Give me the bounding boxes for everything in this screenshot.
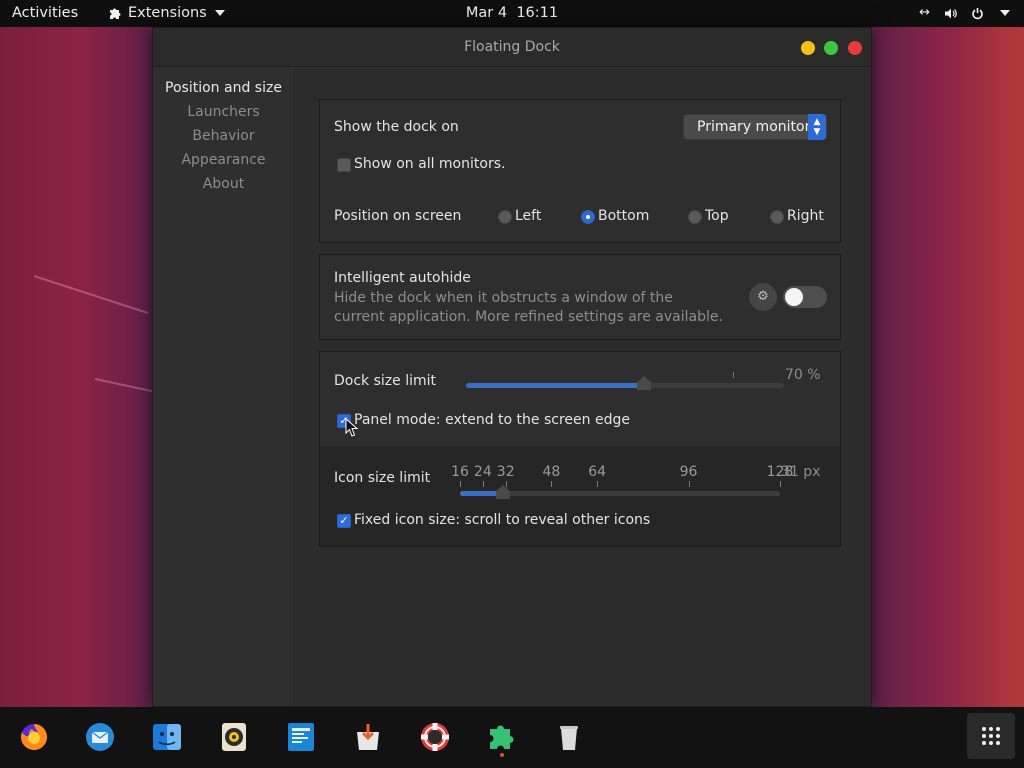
system-tray[interactable]: ↔ xyxy=(919,5,1010,21)
gear-icon: ⚙ xyxy=(757,289,769,304)
sidebar-item-position-and-size[interactable]: Position and size xyxy=(153,76,294,100)
autohide-description: Hide the dock when it obstructs a window… xyxy=(334,290,723,325)
panel-mode-label: Panel mode: extend to the screen edge xyxy=(354,412,630,428)
icon-size-mark-96: 96 xyxy=(679,464,698,480)
icon-size-tick xyxy=(597,481,599,487)
icon-size-label: Icon size limit xyxy=(334,470,431,486)
all-monitors-label: Show on all monitors. xyxy=(354,156,506,172)
extensions-label: Extensions xyxy=(128,5,207,21)
icon-size-tick xyxy=(460,481,461,487)
window-title: Floating Dock xyxy=(464,39,560,55)
radio-top-label: Top xyxy=(705,208,729,224)
radio-left-label: Left xyxy=(515,208,542,224)
dock-size-tick xyxy=(733,372,734,378)
icon-size-tick xyxy=(551,481,553,487)
time-label: 16:11 xyxy=(516,5,559,21)
radio-left[interactable] xyxy=(498,210,512,224)
puzzle-icon xyxy=(110,8,121,19)
radio-bottom[interactable] xyxy=(581,210,595,224)
settings-content: Show the dock on Primary monitor ▲ ▼ Show… xyxy=(296,68,871,706)
icon-size-band xyxy=(320,446,840,546)
radio-right-label: Right xyxy=(787,208,824,224)
thunderbird-icon[interactable] xyxy=(83,720,117,754)
spin-arrows-icon: ▲ ▼ xyxy=(808,114,826,140)
toggle-knob xyxy=(785,288,803,306)
fixed-icon-checkbox[interactable]: ✓ xyxy=(337,514,351,528)
running-indicator xyxy=(500,753,504,757)
files-icon[interactable] xyxy=(150,720,184,754)
dock-size-value: 70 % xyxy=(785,367,821,383)
power-icon xyxy=(972,7,983,19)
position-frame: Show the dock on Primary monitor ▲ ▼ Show… xyxy=(319,99,841,243)
firefox-icon[interactable] xyxy=(17,720,51,754)
autohide-settings-button[interactable]: ⚙ xyxy=(749,283,777,311)
sidebar-item-behavior[interactable]: Behavior xyxy=(153,124,294,148)
top-bar: Activities Extensions Mar 4 16:11 ↔ xyxy=(0,0,1024,27)
date-label: Mar 4 xyxy=(465,5,508,21)
radio-top[interactable] xyxy=(688,210,702,224)
writer-icon[interactable] xyxy=(284,720,318,754)
dock-size-handle[interactable] xyxy=(637,376,651,390)
position-on-screen-label: Position on screen xyxy=(334,208,462,224)
floating-dock-window: Floating Dock Position and size Launcher… xyxy=(152,27,872,707)
help-icon[interactable] xyxy=(418,720,452,754)
fixed-icon-label: Fixed icon size: scroll to reveal other … xyxy=(354,512,651,528)
clock-button[interactable]: Mar 4 16:11 xyxy=(466,5,558,21)
icon-size-mark-64: 64 xyxy=(588,464,607,480)
autohide-toggle[interactable] xyxy=(783,286,827,308)
mouse-cursor-icon xyxy=(345,418,359,437)
autohide-frame: Intelligent autohide Hide the dock when … xyxy=(319,254,841,340)
icon-size-tick xyxy=(780,481,781,487)
software-icon[interactable] xyxy=(351,720,385,754)
show-dock-on-label: Show the dock on xyxy=(334,119,459,135)
radio-bottom-label: Bottom xyxy=(598,208,650,224)
monitor-select[interactable]: Primary monitor ▲ ▼ xyxy=(683,114,827,140)
icon-size-mark-32: 32 xyxy=(496,464,515,480)
settings-sidebar: Position and size Launchers Behavior App… xyxy=(153,68,295,706)
autohide-title: Intelligent autohide xyxy=(334,270,471,286)
all-monitors-checkbox[interactable] xyxy=(337,158,351,172)
dock xyxy=(0,707,1024,768)
icon-size-value: 31 px xyxy=(781,464,821,480)
extensions-icon[interactable] xyxy=(485,720,519,754)
icon-size-tick xyxy=(505,481,507,487)
size-frame: Dock size limit 70 % ✓ Panel mode: exten… xyxy=(319,351,841,547)
dock-size-label: Dock size limit xyxy=(334,373,436,389)
rhythmbox-icon[interactable] xyxy=(217,720,251,754)
activities-button[interactable]: Activities xyxy=(12,5,78,21)
dock-size-fill xyxy=(466,383,644,388)
maximize-button[interactable] xyxy=(824,41,838,55)
wallpaper-streak xyxy=(33,275,149,315)
sidebar-item-launchers[interactable]: Launchers xyxy=(153,100,294,124)
window-titlebar[interactable]: Floating Dock xyxy=(153,28,871,67)
icon-size-tick xyxy=(688,481,690,487)
minimize-button[interactable] xyxy=(801,41,815,55)
icon-size-mark-48: 48 xyxy=(542,464,561,480)
extensions-menu[interactable]: Extensions xyxy=(108,5,225,21)
monitor-select-value: Primary monitor xyxy=(697,119,811,135)
sidebar-item-about[interactable]: About xyxy=(153,172,294,196)
chevron-down-icon xyxy=(214,10,225,16)
radio-right[interactable] xyxy=(770,210,784,224)
chevron-down-icon xyxy=(1000,10,1010,16)
network-wired-icon: ↔ xyxy=(919,5,930,20)
volume-icon xyxy=(945,8,957,18)
sidebar-item-appearance[interactable]: Appearance xyxy=(153,148,294,172)
show-applications-button[interactable] xyxy=(967,713,1015,759)
icon-size-tick xyxy=(482,481,484,487)
dock-size-slider[interactable] xyxy=(466,383,784,388)
wallpaper-streak xyxy=(94,378,154,393)
close-button[interactable] xyxy=(848,41,862,55)
trash-icon[interactable] xyxy=(552,720,586,754)
